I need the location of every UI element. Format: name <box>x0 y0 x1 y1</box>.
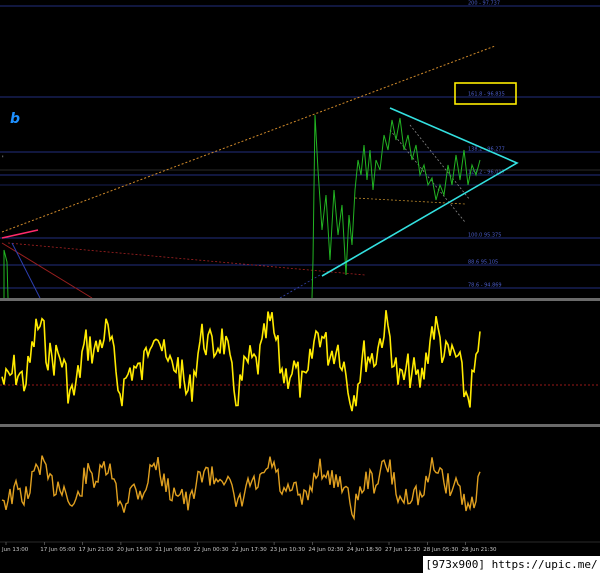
x-tick-label: Jun 13:00 <box>1 547 29 553</box>
x-tick-label: 24 Jun 02:30 <box>308 547 343 553</box>
x-tick-label: 17 Jun 05:00 <box>40 547 75 553</box>
fib-level-label: 161.8 - 96.835 <box>468 92 505 98</box>
x-tick-label: 22 Jun 17:30 <box>232 547 267 553</box>
x-tick-label: 28 Jun 05:30 <box>423 547 458 553</box>
panel-separator-1 <box>0 298 600 301</box>
x-tick-label: 17 Jun 21:00 <box>79 547 114 553</box>
x-tick-label: 21 Jun 08:00 <box>155 547 190 553</box>
x-tick-label: 27 Jun 12:30 <box>385 547 420 553</box>
fib-level-label: 88.6 95.105 <box>468 260 498 266</box>
x-tick-label: 24 Jun 18:30 <box>347 547 382 553</box>
chart-background <box>0 0 600 573</box>
wave-label: b <box>10 111 20 127</box>
x-tick-label: 20 Jun 15:00 <box>117 547 152 553</box>
x-tick-label: 23 Jun 10:30 <box>270 547 305 553</box>
fib-level-label: 78.6 - 94.869 <box>468 283 502 289</box>
panel-separator-2 <box>0 424 600 427</box>
x-tick-label: 22 Jun 00:30 <box>194 547 229 553</box>
forex-chart: 200 - 97.737161.8 - 96.835138.2 - 96.277… <box>0 0 600 573</box>
x-tick-label: 28 Jun 21:30 <box>462 547 497 553</box>
fib-level-label: 100.0 95.375 <box>468 233 501 239</box>
watermark: [973x900] https://upic.me/ <box>423 556 600 573</box>
fib-level-label: 200 - 97.737 <box>468 1 500 7</box>
